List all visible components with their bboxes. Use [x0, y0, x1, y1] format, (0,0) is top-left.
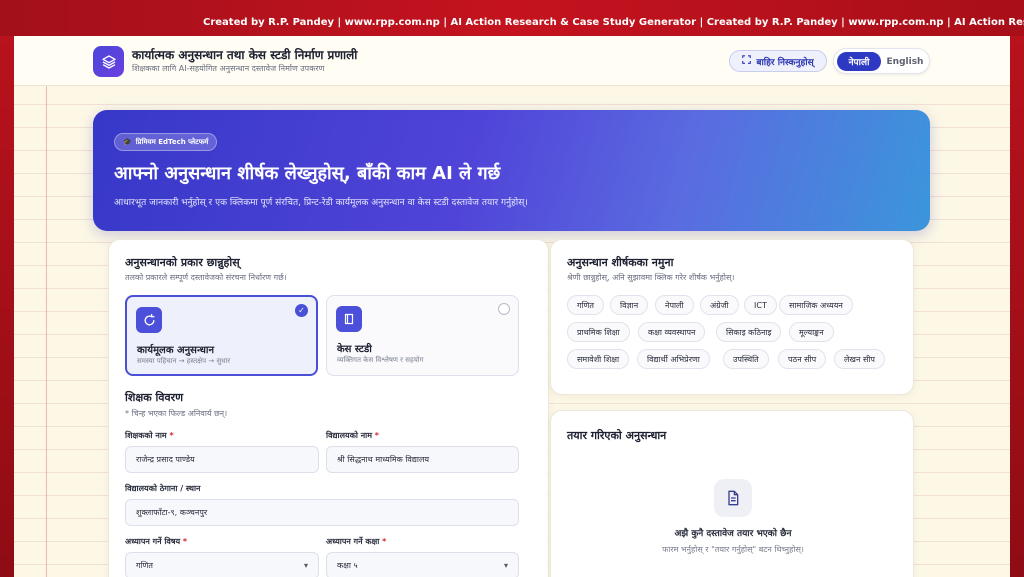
- page-canvas: कार्यात्मक अनुसन्धान तथा केस स्टडी निर्म…: [14, 36, 1010, 577]
- school-address-label: विद्यालयको ठेगाना / स्थान: [125, 484, 201, 493]
- generated-research-card: तयार गरिएको अनुसन्धान अझै कुनै दस्तावेज …: [550, 410, 914, 577]
- notebook-margin-line: [46, 86, 47, 577]
- hero-badge-label: प्रिमियम EdTech प्लेटफर्म: [135, 137, 209, 146]
- refresh-icon: [136, 307, 162, 333]
- chip-classroom-management[interactable]: कक्षा व्यवस्थापन: [638, 322, 706, 342]
- hero-badge: 🎓 प्रिमियम EdTech प्लेटफर्म: [114, 133, 218, 151]
- type-option-desc: व्यक्तिगत केस विश्लेषण र सहयोग: [337, 356, 424, 364]
- chip-writing-skill[interactable]: लेखन सीप: [834, 349, 885, 369]
- samples-heading: अनुसन्धान शीर्षकका नमुना: [567, 256, 674, 269]
- exit-icon: [742, 55, 752, 67]
- book-icon: [336, 306, 362, 332]
- required-mark: *: [182, 537, 188, 546]
- required-mark: *: [374, 431, 379, 440]
- hero-banner: 🎓 प्रिमियम EdTech प्लेटफर्म आफ्नो अनुसन्…: [93, 110, 930, 231]
- empty-state-sub: फारम भर्नुहोस् र "तयार गर्नुहोस्" बटन थि…: [662, 545, 804, 554]
- chip-nepali[interactable]: नेपाली: [655, 295, 694, 315]
- chip-learning-difficulty[interactable]: सिकाइ कठिनाइ: [716, 322, 782, 342]
- type-option-desc: समस्या पहिचान → हस्तक्षेप → सुधार: [137, 357, 231, 365]
- chevron-down-icon: ▾: [303, 561, 308, 570]
- radio-unchecked-icon: [498, 303, 510, 315]
- chip-ict[interactable]: ICT: [744, 295, 777, 315]
- chip-english[interactable]: अंग्रेजी: [700, 295, 739, 315]
- chip-primary-education[interactable]: प्राथमिक शिक्षा: [567, 322, 630, 342]
- class-label: अध्यापन गर्ने कक्षा *: [326, 536, 386, 547]
- layers-icon: [93, 46, 124, 77]
- teacher-name-input[interactable]: राजेन्द्र प्रसाद पाण्डेय: [125, 446, 319, 473]
- school-name-label: विद्यालयको नाम *: [326, 430, 379, 441]
- frame-right: [1010, 36, 1024, 577]
- lang-nepali-button[interactable]: नेपाली: [837, 52, 881, 71]
- type-option-name: कार्यमूलक अनुसन्धान: [137, 345, 215, 356]
- ticker-bar: Created by R.P. Pandey | www.rpp.com.np …: [0, 0, 1024, 36]
- chip-student-motivation[interactable]: विद्यार्थी अभिप्रेरणा: [637, 349, 710, 369]
- hero-description: आधारभूत जानकारी भर्नुहोस् र एक क्लिकमा प…: [114, 198, 528, 208]
- type-option-name: केस स्टडी: [337, 344, 372, 355]
- school-name-label-text: विद्यालयको नाम: [326, 431, 372, 440]
- research-form-card: अनुसन्धानको प्रकार छान्नुहोस् तलको प्रका…: [108, 239, 549, 577]
- required-mark: *: [169, 431, 174, 440]
- chevron-down-icon: ▾: [503, 561, 508, 570]
- teacher-name-label: शिक्षकको नाम *: [125, 430, 174, 441]
- chip-social-studies[interactable]: सामाजिक अध्ययन: [779, 295, 853, 315]
- chip-attendance[interactable]: उपस्थिति: [723, 349, 769, 369]
- ticker-text: Created by R.P. Pandey | www.rpp.com.np …: [203, 17, 1024, 28]
- exit-button[interactable]: बाहिर निस्कनुहोस्: [729, 50, 827, 72]
- subject-label-text: अध्यापन गर्ने विषय: [125, 537, 181, 546]
- teacher-heading: शिक्षक विवरण: [125, 391, 184, 404]
- chip-science[interactable]: विज्ञान: [610, 295, 649, 315]
- document-icon: [714, 479, 752, 517]
- school-name-input[interactable]: श्री सिद्धनाथ माध्यमिक विद्यालय: [326, 446, 519, 473]
- teacher-required-note: * चिन्ह भएका फिल्ड अनिवार्य छन्।: [125, 409, 228, 418]
- sample-titles-card: अनुसन्धान शीर्षकका नमुना श्रेणी छान्नुहो…: [550, 239, 914, 395]
- graduation-cap-icon: 🎓: [123, 138, 132, 146]
- samples-sub: श्रेणी छान्नुहोस्, अनि सुझावमा क्लिक गरे…: [567, 273, 735, 282]
- exit-label: बाहिर निस्कनुहोस्: [756, 57, 814, 68]
- subject-select-value: गणित: [136, 561, 153, 570]
- chip-math[interactable]: गणित: [567, 295, 604, 315]
- type-option-action-research[interactable]: ✓ कार्यमूलक अनुसन्धान समस्या पहिचान → हस…: [125, 295, 318, 376]
- checkmark-icon: ✓: [295, 304, 308, 317]
- school-address-input[interactable]: शुक्लाफाँटा-९, कञ्चनपुर: [125, 499, 519, 526]
- class-select[interactable]: कक्षा ५ ▾: [326, 552, 519, 577]
- lang-english-button[interactable]: English: [884, 52, 926, 71]
- research-type-sub: तलको प्रकारले सम्पूर्ण दस्तावेजको संरचना…: [125, 273, 287, 282]
- research-type-heading: अनुसन्धानको प्रकार छान्नुहोस्: [125, 256, 240, 269]
- empty-state-title: अझै कुनै दस्तावेज तयार भएको छैन: [674, 529, 792, 539]
- class-select-value: कक्षा ५: [337, 561, 358, 570]
- chip-inclusive-education[interactable]: समावेशी शिक्षा: [567, 349, 630, 369]
- class-label-text: अध्यापन गर्ने कक्षा: [326, 537, 380, 546]
- subject-label: अध्यापन गर्ने विषय *: [125, 536, 187, 547]
- language-toggle: नेपाली English: [833, 48, 930, 74]
- type-option-case-study[interactable]: केस स्टडी व्यक्तिगत केस विश्लेषण र सहयोग: [326, 295, 519, 376]
- app-subtitle: शिक्षकका लागि AI-सहयोगित अनुसन्धान दस्ता…: [132, 64, 325, 73]
- frame-left: [0, 36, 14, 577]
- generated-heading: तयार गरिएको अनुसन्धान: [567, 429, 667, 442]
- app-header: कार्यात्मक अनुसन्धान तथा केस स्टडी निर्म…: [14, 36, 1010, 86]
- hero-title: आफ्नो अनुसन्धान शीर्षक लेख्नुहोस्, बाँकी…: [114, 163, 501, 184]
- chip-reading-skill[interactable]: पठन सीप: [778, 349, 827, 369]
- app-title: कार्यात्मक अनुसन्धान तथा केस स्टडी निर्म…: [132, 48, 358, 62]
- subject-select[interactable]: गणित ▾: [125, 552, 319, 577]
- chip-assessment[interactable]: मूल्याङ्कन: [789, 322, 834, 342]
- required-mark: *: [382, 537, 387, 546]
- teacher-name-label-text: शिक्षकको नाम: [125, 431, 167, 440]
